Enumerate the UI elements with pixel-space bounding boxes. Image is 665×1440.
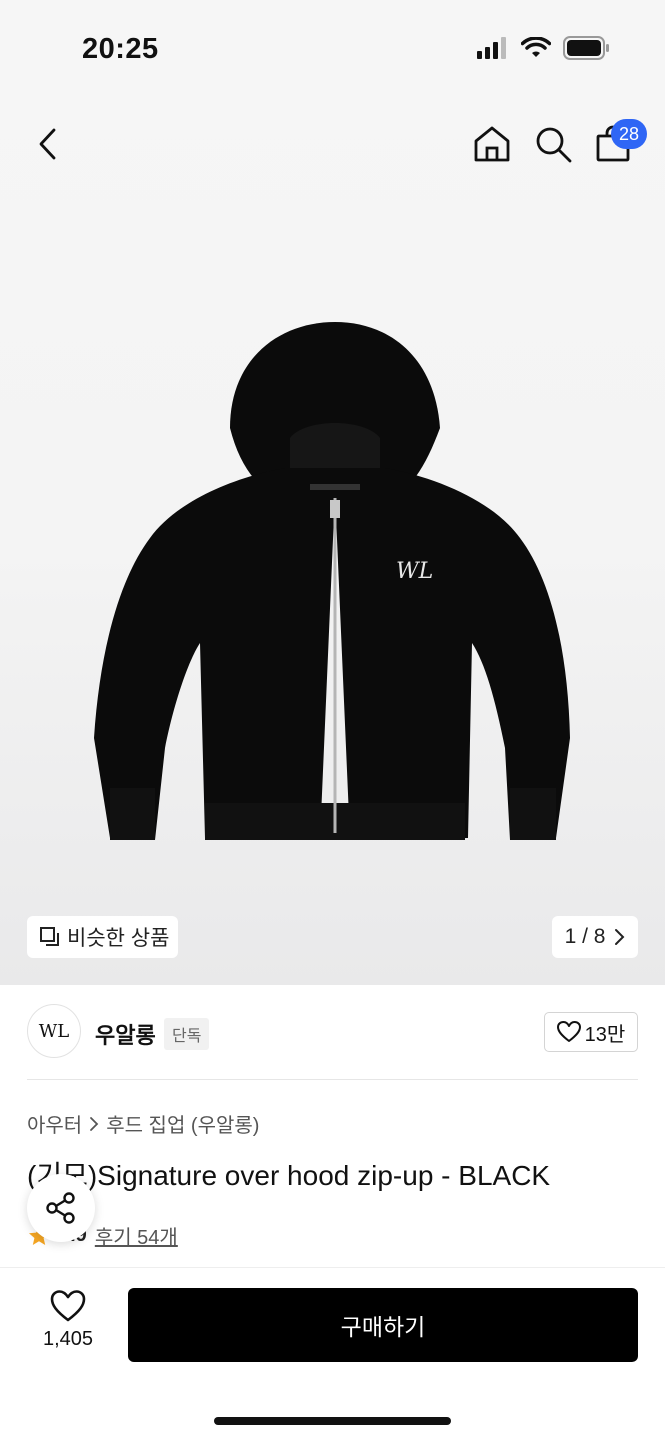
bottom-bar-divider <box>0 1267 665 1268</box>
similar-products-button[interactable]: 비슷한 상품 <box>27 916 178 958</box>
heart-icon <box>50 1290 86 1322</box>
section-divider <box>27 1079 638 1080</box>
page-indicator-text: 1 / 8 <box>564 925 606 948</box>
share-icon <box>46 1192 75 1224</box>
cart-count-badge: 28 <box>611 119 647 149</box>
wishlist-count: 1,405 <box>42 1328 94 1350</box>
home-button[interactable] <box>472 124 512 164</box>
brand-name[interactable]: 우알롱 <box>95 1018 156 1050</box>
svg-text:WL: WL <box>396 559 433 584</box>
search-button[interactable] <box>533 124 573 164</box>
brand-logo[interactable]: WL <box>27 1004 81 1058</box>
brand-row: WL 우알롱 단독 13만 <box>27 1004 638 1062</box>
status-time: 20:25 <box>82 33 159 65</box>
breadcrumb-category[interactable]: 아우터 <box>27 1109 82 1138</box>
back-button[interactable] <box>30 124 70 164</box>
share-button[interactable] <box>27 1174 95 1242</box>
search-icon <box>536 127 572 163</box>
breadcrumb: 아우터 후드 집업 (우알롱) <box>27 1109 259 1138</box>
review-link[interactable]: 후기 54개 <box>95 1221 178 1250</box>
chevron-right-icon <box>90 1116 99 1131</box>
copy-icon <box>40 927 59 946</box>
back-icon <box>39 128 56 160</box>
heart-icon <box>556 1021 581 1042</box>
home-icon <box>474 126 510 162</box>
home-indicator[interactable] <box>214 1417 451 1425</box>
signal-icon <box>477 37 506 59</box>
chevron-right-icon <box>615 929 625 945</box>
brand-like-count: 13만 <box>584 1023 626 1046</box>
status-icons <box>477 36 611 60</box>
product-title: (기모)Signature over hood zip-up - BLACK <box>27 1160 551 1191</box>
breadcrumb-subcategory[interactable]: 후드 집업 (우알롱) <box>106 1109 259 1138</box>
product-image[interactable]: WL <box>80 318 590 848</box>
image-page-indicator[interactable]: 1 / 8 <box>552 916 638 958</box>
similar-products-label: 비슷한 상품 <box>67 927 170 950</box>
buy-button[interactable]: 구매하기 <box>128 1288 638 1362</box>
brand-like-button[interactable]: 13만 <box>544 1012 638 1052</box>
wifi-icon <box>521 37 551 57</box>
wishlist-button[interactable]: 1,405 <box>30 1290 106 1362</box>
exclusive-badge: 단독 <box>164 1018 210 1050</box>
battery-icon <box>563 36 609 60</box>
